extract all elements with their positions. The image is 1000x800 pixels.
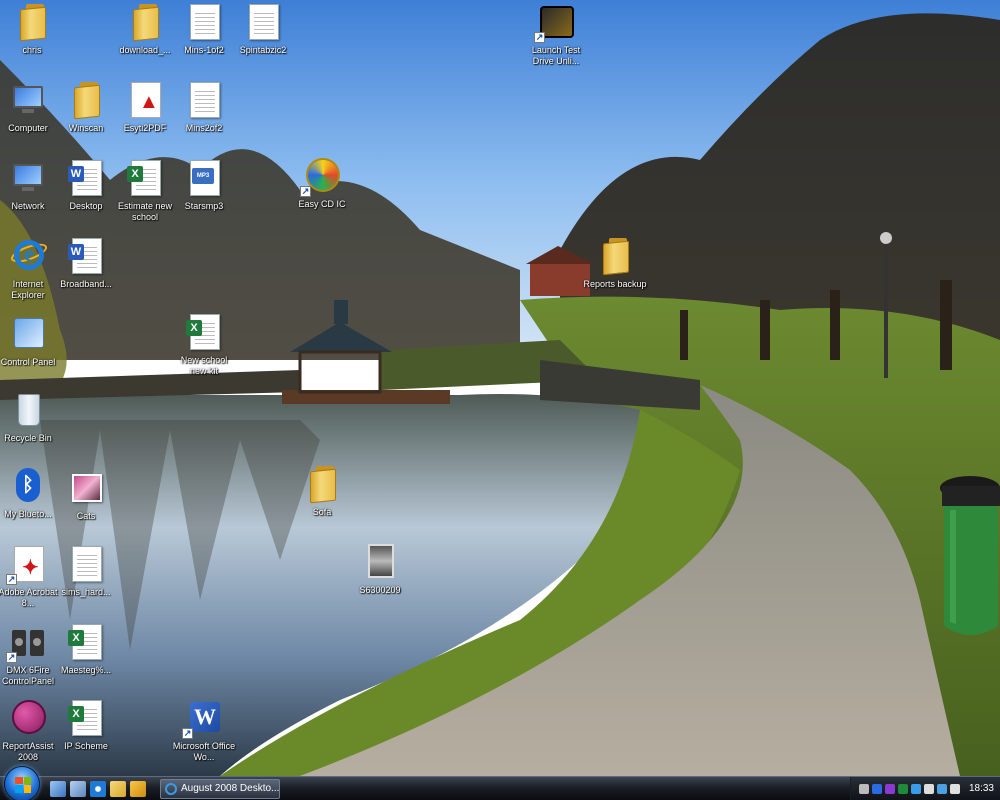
internet-explorer-icon: e <box>14 240 44 270</box>
shortcut-arrow-icon: ↗ <box>300 186 311 197</box>
tray-app-icon[interactable] <box>897 783 908 794</box>
control-panel-icon <box>14 318 44 348</box>
system-tray: 18:33 <box>849 776 1000 800</box>
desktop-icon-reportassist[interactable]: ReportAssist 2008 <box>0 698 60 763</box>
desktop-icon-adobe-acrobat[interactable]: ✦ ↗ Adobe Acrobat 8... <box>0 544 60 609</box>
document-icon <box>249 4 279 40</box>
desktop-icon-microsoft-office-word[interactable]: W ↗ Microsoft Office Wo... <box>172 698 236 763</box>
reportassist-icon <box>12 700 46 734</box>
desktop-icon-broadband[interactable]: W Broadband... <box>54 236 118 290</box>
tray-app-icon[interactable] <box>923 783 934 794</box>
clock[interactable]: 18:33 <box>969 783 994 794</box>
desktop-icon-esyti2pdf[interactable]: ▲ Esyti2PDF <box>113 80 177 134</box>
media-quicklaunch-icon[interactable] <box>130 780 146 797</box>
desktop-icon-chris[interactable]: chris <box>0 2 64 56</box>
folder-icon <box>603 240 629 276</box>
document-icon <box>190 4 220 40</box>
acrobat-icon: ✦ <box>14 546 44 582</box>
desktop-icon-easy-cd[interactable]: ↗ Easy CD IC <box>290 156 354 210</box>
folder-icon <box>74 84 100 120</box>
computer-icon <box>13 86 43 108</box>
desktop-icon-launch-test-drive[interactable]: ↗ Launch Test Drive Unli... <box>524 2 588 67</box>
switch-windows-icon[interactable] <box>70 780 86 797</box>
folder-quicklaunch-icon[interactable] <box>110 780 126 797</box>
desktop-icon-control-panel[interactable]: Control Panel <box>0 314 60 368</box>
windows-logo-icon <box>15 776 31 793</box>
shortcut-arrow-icon: ↗ <box>182 728 193 739</box>
desktop-icon-new-school-new-kit[interactable]: X New school new kit <box>172 312 236 377</box>
tray-app-icon[interactable] <box>910 783 921 794</box>
desktop-icon-spintabzic2[interactable]: Spintabzic2 <box>231 2 295 56</box>
desktop-icon-desktop-doc[interactable]: W Desktop <box>54 158 118 212</box>
taskbar: August 2008 Deskto... 18:33 <box>0 765 1000 800</box>
desktop-icon-my-bluetooth[interactable]: ᛒ My Blueto... <box>0 466 60 520</box>
desktop-icon-dmx-6fire[interactable]: ↗ DMX 6Fire ControlPanel <box>0 622 60 687</box>
desktop-icon-cats[interactable]: Cats <box>54 468 118 522</box>
desktop-icon-reports-backup[interactable]: Reports backup <box>583 236 647 290</box>
desktop-icon-network[interactable]: Network <box>0 158 60 212</box>
volume-icon[interactable] <box>858 783 869 794</box>
desktop-icon-mins2of2[interactable]: Mins2of2 <box>172 80 236 134</box>
image-thumbnail-icon <box>368 544 394 578</box>
desktop-icon-starsmp3[interactable]: MP3 Starsmp3 <box>172 158 236 212</box>
tray-app-icon[interactable] <box>884 783 895 794</box>
shortcut-arrow-icon: ↗ <box>6 574 17 585</box>
internet-explorer-quicklaunch-icon[interactable] <box>90 780 106 797</box>
network-icon <box>13 164 43 186</box>
tray-app-icon[interactable] <box>949 783 960 794</box>
word-app-icon: W <box>190 702 220 732</box>
desktop-icon-internet-explorer[interactable]: e Internet Explorer <box>0 236 60 301</box>
bluetooth-tray-icon[interactable] <box>871 783 882 794</box>
desktop-icon-estimate-new-school[interactable]: X Estimate new school <box>113 158 177 223</box>
desktop-icon-s6300209[interactable]: S6300209 <box>348 542 412 596</box>
desktop-icon-sims-hard[interactable]: sims_hard... <box>54 544 118 598</box>
folder-icon <box>310 468 336 504</box>
desktop-icon-ip-scheme[interactable]: X IP Scheme <box>54 698 118 752</box>
desktop-icon-maesteg[interactable]: X Maesteg%... <box>54 622 118 676</box>
folder-icon <box>20 6 46 42</box>
green-trash-can-graphic <box>936 476 1000 642</box>
document-icon <box>72 546 102 582</box>
disc-icon <box>306 158 340 192</box>
desktop-icon-winscan[interactable]: Winscan <box>54 80 118 134</box>
desktop-icon-download[interactable]: download_... <box>113 2 177 56</box>
shortcut-arrow-icon: ↗ <box>534 32 545 43</box>
shortcut-arrow-icon: ↗ <box>6 652 17 663</box>
desktop-icon-sofa[interactable]: Sofa <box>290 464 354 518</box>
document-icon <box>190 82 220 118</box>
show-desktop-icon[interactable] <box>50 780 66 797</box>
game-icon <box>540 6 574 38</box>
desktop-icon-computer[interactable]: Computer <box>0 80 60 134</box>
taskbar-window-title: August 2008 Deskto... <box>181 783 280 794</box>
desktop-icon-recycle-bin[interactable]: Recycle Bin <box>0 390 60 444</box>
photo-icon <box>72 474 102 502</box>
taskbar-window-button[interactable]: August 2008 Deskto... <box>160 778 280 799</box>
bluetooth-icon: ᛒ <box>16 468 40 502</box>
recycle-bin-icon <box>18 394 40 426</box>
start-button[interactable] <box>4 765 40 800</box>
network-tray-icon[interactable] <box>936 783 947 794</box>
folder-icon <box>133 6 159 42</box>
pdf-icon: ▲ <box>131 82 161 118</box>
desktop-icon-mins-1of2[interactable]: Mins-1of2 <box>172 2 236 56</box>
internet-explorer-icon <box>165 782 177 795</box>
